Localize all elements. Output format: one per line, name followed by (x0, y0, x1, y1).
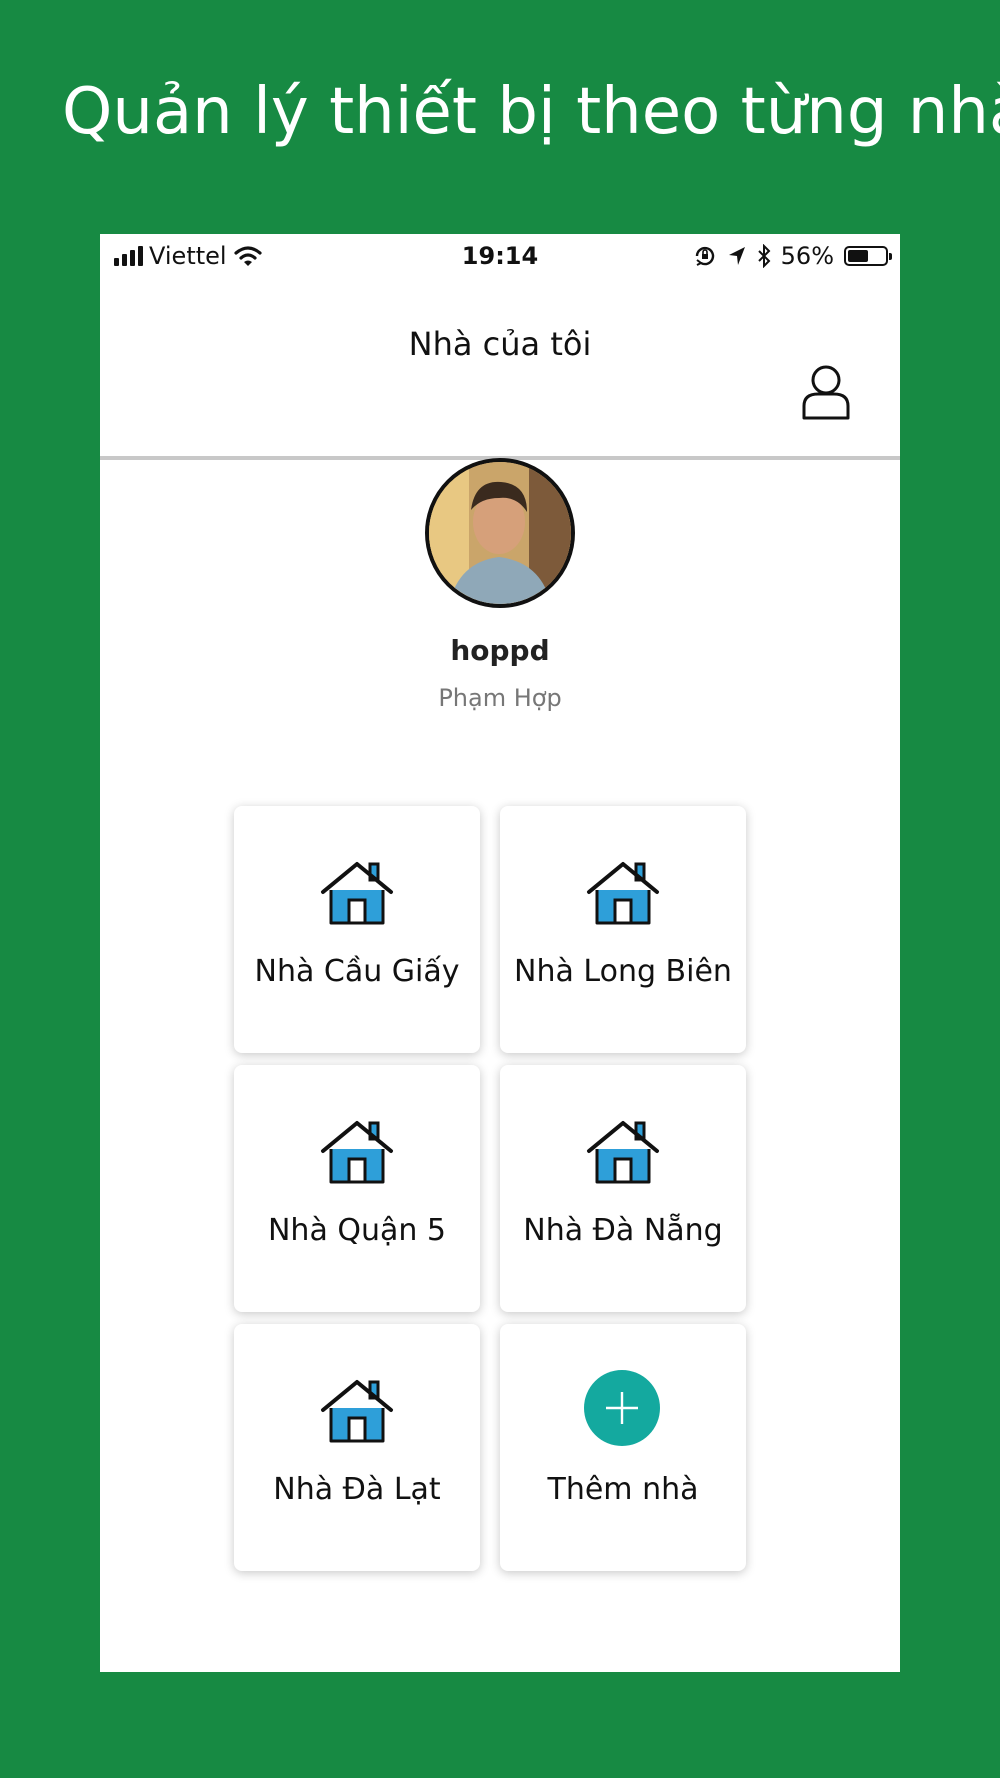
page-title: Nhà của tôi (408, 325, 592, 363)
home-card[interactable]: Nhà Đà Nẵng (500, 1065, 746, 1312)
home-label: Nhà Đà Lạt (273, 1472, 441, 1507)
add-home-button[interactable]: Thêm nhà (500, 1324, 746, 1571)
location-icon (728, 247, 745, 265)
home-label: Nhà Quận 5 (267, 1213, 447, 1248)
home-label: Nhà Cầu Giấy (254, 954, 460, 989)
battery-level (848, 250, 868, 262)
add-home-label: Thêm nhà (547, 1472, 699, 1507)
house-icon (321, 862, 393, 925)
avatar[interactable] (425, 458, 575, 608)
house-icon (321, 1121, 393, 1184)
plus-icon (584, 1370, 660, 1446)
home-card[interactable]: Nhà Cầu Giấy (234, 806, 480, 1053)
status-right: 56% (693, 242, 892, 270)
rotation-lock-icon (695, 246, 714, 266)
promo-title: Quản lý thiết bị theo từng nhà (62, 75, 1000, 149)
home-card[interactable]: Nhà Quận 5 (234, 1065, 480, 1312)
phone-screen: Viettel 19:14 56% Nhà của tôi hoppd Phạm… (100, 234, 900, 1672)
home-label: Nhà Long Biên (514, 954, 732, 989)
house-icon (321, 1380, 393, 1443)
full-name: Phạm Hợp (438, 684, 562, 712)
home-card[interactable]: Nhà Đà Lạt (234, 1324, 480, 1571)
house-icon (587, 862, 659, 925)
status-bar: Viettel 19:14 56% (100, 234, 900, 280)
house-icon (587, 1121, 659, 1184)
username: hoppd (450, 634, 550, 667)
home-label: Nhà Đà Nẵng (523, 1213, 723, 1248)
battery-percent: 56% (780, 242, 834, 270)
user-icon[interactable] (798, 362, 854, 422)
home-grid: Nhà Cầu Giấy Nhà Long Biên Nhà Quận 5 Nh… (234, 806, 768, 1571)
battery-icon (844, 246, 892, 266)
bluetooth-icon (757, 244, 771, 268)
home-card[interactable]: Nhà Long Biên (500, 806, 746, 1053)
